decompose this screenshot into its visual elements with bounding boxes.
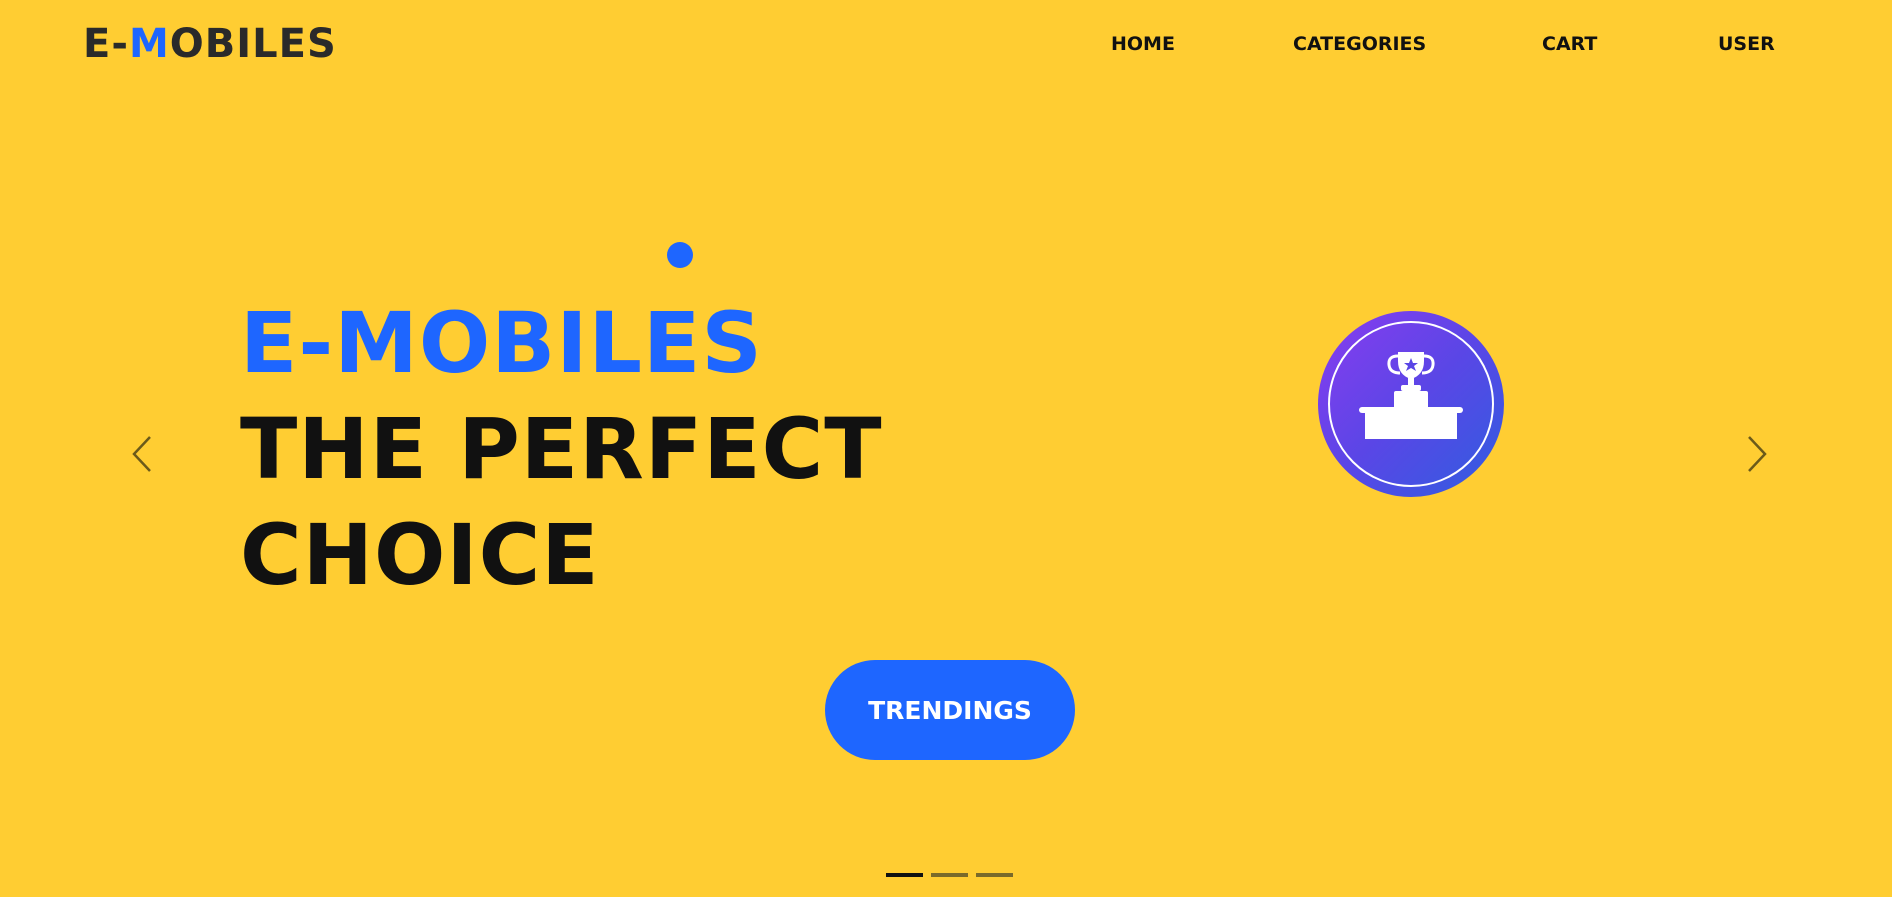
logo-accent: M — [128, 21, 170, 67]
nav-link-categories[interactable]: CATEGORIES — [1293, 32, 1426, 56]
trendings-button[interactable]: TRENDINGS — [825, 660, 1075, 760]
site-logo[interactable]: E-MOBILES — [83, 20, 337, 68]
chevron-right-icon — [1748, 436, 1767, 472]
logo-prefix: E- — [83, 21, 129, 67]
nav-link-cart[interactable]: CART — [1542, 32, 1597, 56]
trophy-badge — [1318, 311, 1504, 497]
trophy-podium-icon — [1359, 352, 1463, 439]
carousel-indicator-2[interactable] — [931, 873, 968, 877]
hero-title: E-MOBILES THE PERFECT CHOICE — [240, 290, 883, 608]
decorative-dot — [667, 242, 693, 268]
carousel-indicator-1[interactable] — [886, 873, 923, 877]
nav-link-home[interactable]: HOME — [1111, 32, 1175, 56]
chevron-left-icon — [132, 436, 151, 472]
hero-title-line3: CHOICE — [240, 506, 600, 604]
nav-link-user[interactable]: USER — [1718, 32, 1775, 56]
carousel-indicators — [886, 873, 1013, 877]
carousel-indicator-3[interactable] — [976, 873, 1013, 877]
hero-title-brand: E-MOBILES — [240, 294, 763, 392]
navbar: E-MOBILES HOME CATEGORIES CART USER — [0, 0, 1892, 90]
hero-title-line2: THE PERFECT — [240, 400, 883, 498]
carousel-prev-button[interactable] — [128, 434, 158, 474]
logo-suffix: OBILES — [169, 21, 337, 67]
carousel-next-button[interactable] — [1741, 434, 1771, 474]
